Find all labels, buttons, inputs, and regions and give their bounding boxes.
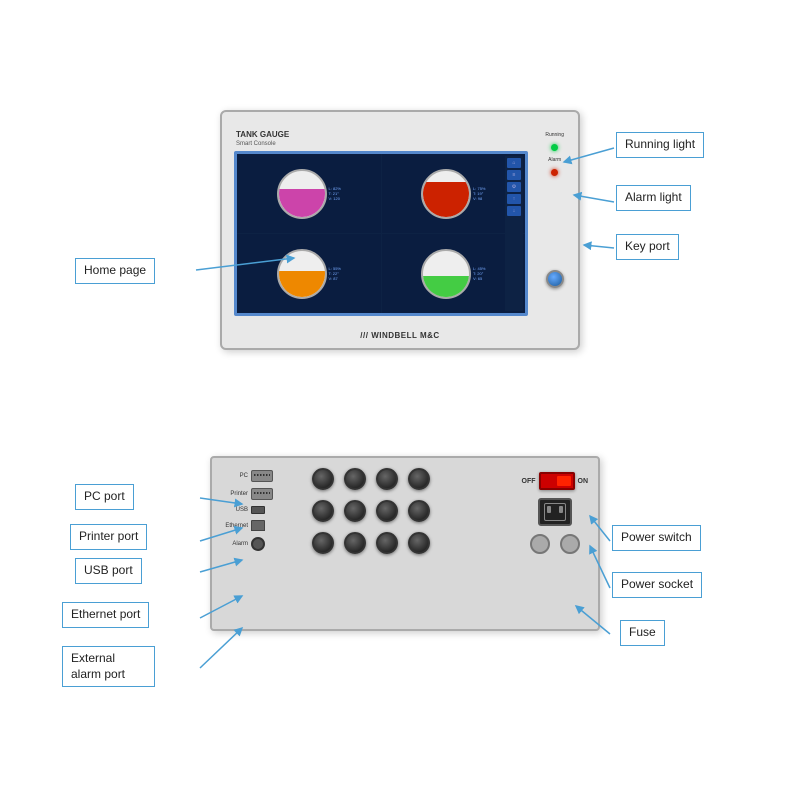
iec-prong-left <box>547 506 551 513</box>
connector-10[interactable] <box>344 532 366 554</box>
connector-2[interactable] <box>344 468 366 490</box>
tank-fill-3 <box>279 271 325 296</box>
running-light-dot <box>551 144 558 151</box>
printer-port-item: Printer <box>220 488 273 500</box>
tank-gauge-4 <box>421 249 471 299</box>
screen-icon-1: ⌂ <box>507 158 521 168</box>
usb-port-sm-label: USB <box>220 507 248 513</box>
tank-gauge-2 <box>421 169 471 219</box>
key-port-label: Key port <box>616 234 679 260</box>
back-panel: PC Printer USB Ethernet Alarm <box>210 456 600 631</box>
tank-fill-4 <box>423 276 469 297</box>
alarm-light-label: Alarm light <box>616 185 691 211</box>
tank-fill-2 <box>423 182 469 217</box>
connector-5[interactable] <box>312 500 334 522</box>
printer-port-label: Printer port <box>70 524 147 550</box>
ethernet-rj45-connector[interactable] <box>251 520 265 531</box>
on-label: ON <box>578 478 589 485</box>
fuse-holder-2[interactable] <box>560 534 580 554</box>
tank-panel-1: L: 82%T: 21°V: 120 <box>237 154 381 233</box>
screen-grid: L: 82%T: 21°V: 120 L: 75%T: 19°V: 98 <box>237 154 525 313</box>
switch-container: OFF ON <box>522 472 589 490</box>
tank-panel-4: L: 45%T: 20°V: 65 <box>382 234 526 313</box>
connector-8[interactable] <box>408 500 430 522</box>
power-area: OFF ON <box>522 472 589 554</box>
usb-port-connector[interactable] <box>251 506 265 514</box>
alarm-port-sm-label: Alarm <box>220 541 248 547</box>
port-column: PC Printer USB Ethernet Alarm <box>220 470 273 551</box>
connector-3[interactable] <box>376 468 398 490</box>
alarm-indicator-label: Alarm <box>548 157 561 163</box>
connector-4[interactable] <box>408 468 430 490</box>
iec-prong-right <box>559 506 563 513</box>
power-rocker-switch[interactable] <box>539 472 575 490</box>
fuse-label: Fuse <box>620 620 665 646</box>
tank-panel-2: L: 75%T: 19°V: 98 <box>382 154 526 233</box>
running-indicator-label: Running <box>545 132 564 138</box>
iec-power-socket[interactable] <box>538 498 572 526</box>
main-screen: L: 82%T: 21°V: 120 L: 75%T: 19°V: 98 <box>234 151 528 316</box>
screen-icon-4: ↑ <box>507 194 521 204</box>
connector-1[interactable] <box>312 468 334 490</box>
front-panel: TANK GAUGE Smart Console L: 82%T: 21°V: … <box>220 110 580 350</box>
alarm-light-dot <box>551 169 558 176</box>
screen-sidebar: ⌂ ≡ ⚙ ↑ ↓ <box>505 156 523 311</box>
tank-gauge-1 <box>277 169 327 219</box>
connector-6[interactable] <box>344 500 366 522</box>
connector-11[interactable] <box>376 532 398 554</box>
pc-db9-connector[interactable] <box>251 470 273 482</box>
subtitle-label: Smart Console <box>234 141 528 147</box>
power-socket-label: Power socket <box>612 572 702 598</box>
tank-fill-1 <box>279 189 325 217</box>
key-port-button[interactable] <box>546 270 564 288</box>
connector-grid <box>312 468 434 558</box>
pc-port-sm-label: PC <box>220 473 248 479</box>
usb-port-item: USB <box>220 506 273 514</box>
screen-icon-3: ⚙ <box>507 182 521 192</box>
power-switch-label: Power switch <box>612 525 701 551</box>
pc-port-label: PC port <box>75 484 134 510</box>
tank-panel-3: L: 55%T: 22°V: 87 <box>237 234 381 313</box>
printer-port-sm-label: Printer <box>220 491 248 497</box>
screen-icon-5: ↓ <box>507 206 521 216</box>
printer-db9-connector[interactable] <box>251 488 273 500</box>
tank-gauge-3 <box>277 249 327 299</box>
front-panel-content: TANK GAUGE Smart Console L: 82%T: 21°V: … <box>234 130 528 330</box>
brand-label: TANK GAUGE <box>234 130 528 139</box>
fuse-holder-1[interactable] <box>530 534 550 554</box>
connector-7[interactable] <box>376 500 398 522</box>
running-light-label: Running light <box>616 132 704 158</box>
alarm-circular-connector[interactable] <box>251 537 265 551</box>
connector-9[interactable] <box>312 532 334 554</box>
device-logo: /// WINDBELL M&C <box>360 331 439 340</box>
connector-12[interactable] <box>408 532 430 554</box>
off-label: OFF <box>522 478 536 485</box>
ethernet-port-label: Ethernet port <box>62 602 149 628</box>
home-page-label: Home page <box>75 258 155 284</box>
alarm-port-item: Alarm <box>220 537 273 551</box>
screen-icon-2: ≡ <box>507 170 521 180</box>
pc-port-item: PC <box>220 470 273 482</box>
ethernet-port-sm-label: Ethernet <box>220 523 248 529</box>
iec-inner <box>544 503 566 521</box>
indicator-area: Running Alarm <box>545 132 564 176</box>
external-alarm-label: External alarm port <box>62 646 155 687</box>
usb-port-label: USB port <box>75 558 142 584</box>
ethernet-port-item: Ethernet <box>220 520 273 531</box>
fuse-row <box>530 534 580 554</box>
